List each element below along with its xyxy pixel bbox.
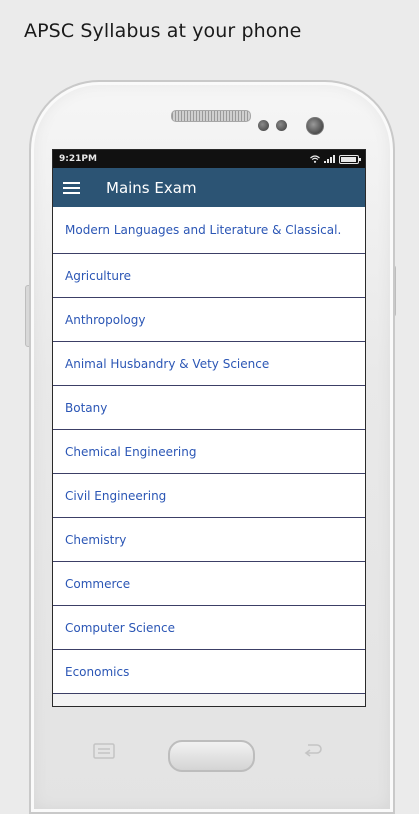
signal-icon [324,155,335,163]
front-camera [306,117,324,135]
wifi-icon [310,155,320,163]
app-bar: Mains Exam [53,168,365,207]
hamburger-menu-icon[interactable] [63,181,80,194]
back-key-icon[interactable] [302,741,324,759]
subject-list-item[interactable]: Botany [53,386,365,430]
subject-list: Modern Languages and Literature & Classi… [53,207,365,694]
subject-list-item[interactable]: Anthropology [53,298,365,342]
menu-key-icon[interactable] [93,743,115,759]
subject-list-item[interactable]: Commerce [53,562,365,606]
promo-title: APSC Syllabus at your phone [24,20,302,42]
status-bar: 9:21PM [53,150,365,168]
subject-list-item[interactable]: Computer Science [53,606,365,650]
subject-list-item[interactable]: Agriculture [53,254,365,298]
status-time: 9:21PM [59,154,97,164]
light-sensor [276,120,287,131]
subject-list-item[interactable]: Modern Languages and Literature & Classi… [53,207,365,254]
subject-list-item[interactable]: Chemical Engineering [53,430,365,474]
subject-list-item[interactable]: Economics [53,650,365,694]
proximity-sensor [258,120,269,131]
earpiece-speaker [171,110,251,122]
subject-list-item[interactable]: Animal Husbandry & Vety Science [53,342,365,386]
battery-level [341,156,357,162]
home-button[interactable] [168,740,255,772]
battery-icon [339,154,361,164]
app-bar-title: Mains Exam [106,178,197,197]
status-icons [310,154,361,164]
subject-list-item[interactable]: Civil Engineering [53,474,365,518]
phone-screen: 9:21PM Mains Exam Modern Languages and L… [52,149,366,707]
subject-list-item[interactable]: Chemistry [53,518,365,562]
